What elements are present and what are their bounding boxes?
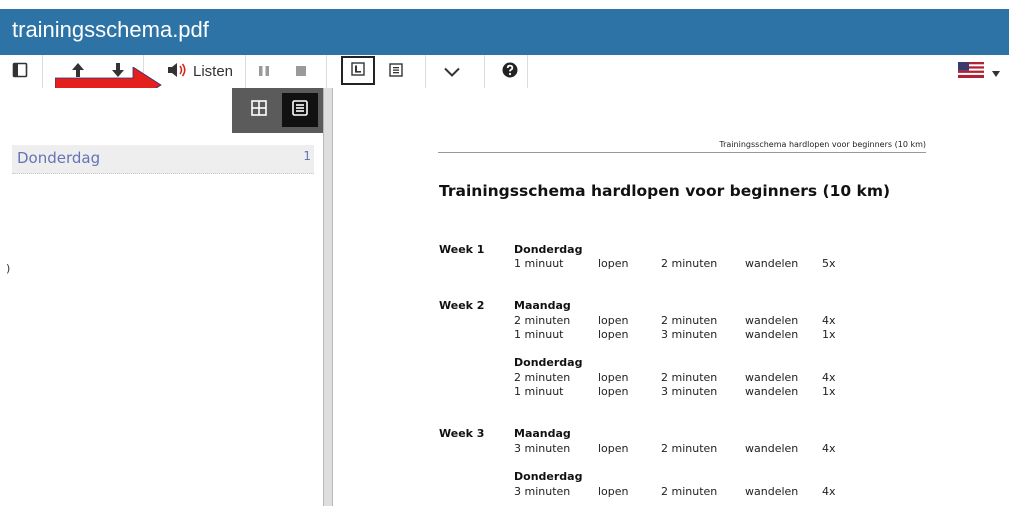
run-duration: 1 minuut <box>514 328 564 341</box>
speaker-icon <box>167 62 187 82</box>
single-page-view-button[interactable] <box>341 56 375 85</box>
document-viewer: Trainingsschema hardlopen voor beginners… <box>333 88 1009 506</box>
walk-duration: 2 minuten <box>661 442 718 455</box>
repetitions: 1x <box>822 328 836 341</box>
window-title: trainingsschema.pdf <box>12 17 209 42</box>
run-activity: lopen <box>598 257 629 270</box>
stop-icon <box>295 62 307 81</box>
day-label: Donderdag <box>514 243 583 256</box>
day-label: Maandag <box>514 427 571 440</box>
single-page-icon <box>351 61 365 80</box>
title-bar: trainingsschema.pdf <box>0 9 1009 55</box>
stray-character: ) <box>6 262 11 275</box>
pause-button[interactable] <box>252 55 276 88</box>
text-view-icon <box>389 62 403 81</box>
pause-icon <box>258 62 270 81</box>
page-header: Trainingsschema hardlopen voor beginners… <box>719 140 926 149</box>
run-activity: lopen <box>598 371 629 384</box>
run-duration: 2 minuten <box>514 314 571 327</box>
help-icon <box>502 62 518 82</box>
list-icon <box>292 100 308 120</box>
repetitions: 5x <box>822 257 836 270</box>
stop-button[interactable] <box>289 55 313 88</box>
week-label: Week 1 <box>439 243 485 256</box>
pdf-page: Trainingsschema hardlopen voor beginners… <box>333 88 1009 506</box>
walk-duration: 2 minuten <box>661 314 718 327</box>
walk-duration: 2 minuten <box>661 485 718 498</box>
repetitions: 4x <box>822 485 836 498</box>
repetitions: 4x <box>822 314 836 327</box>
us-flag-icon <box>958 61 984 82</box>
repetitions: 1x <box>822 385 836 398</box>
more-options-button[interactable] <box>440 55 464 88</box>
day-label: Donderdag <box>514 356 583 369</box>
run-duration: 3 minuten <box>514 485 571 498</box>
outline-item-donderdag[interactable]: Donderdag 1 <box>12 145 314 174</box>
outline-item-label: Donderdag <box>17 149 101 167</box>
day-label: Maandag <box>514 299 571 312</box>
walk-activity: wandelen <box>745 328 799 341</box>
sidebar-toggle-icon <box>12 62 28 82</box>
run-duration: 1 minuut <box>514 385 564 398</box>
walk-duration: 3 minuten <box>661 385 718 398</box>
run-activity: lopen <box>598 442 629 455</box>
walk-activity: wandelen <box>745 442 799 455</box>
repetitions: 4x <box>822 371 836 384</box>
day-label: Donderdag <box>514 470 583 483</box>
walk-activity: wandelen <box>745 485 799 498</box>
run-activity: lopen <box>598 314 629 327</box>
run-activity: lopen <box>598 385 629 398</box>
run-duration: 1 minuut <box>514 257 564 270</box>
outline-item-page: 1 <box>303 149 311 163</box>
walk-activity: wandelen <box>745 257 799 270</box>
header-rule <box>438 152 926 153</box>
grid-icon <box>251 100 267 120</box>
walk-activity: wandelen <box>745 371 799 384</box>
run-duration: 3 minuten <box>514 442 571 455</box>
walk-duration: 2 minuten <box>661 257 718 270</box>
walk-duration: 2 minuten <box>661 371 718 384</box>
repetitions: 4x <box>822 442 836 455</box>
outline-view-button[interactable] <box>282 93 318 127</box>
help-button[interactable] <box>498 55 522 88</box>
text-view-button[interactable] <box>384 55 408 88</box>
walk-duration: 3 minuten <box>661 328 718 341</box>
sidebar: Donderdag 1 ) <box>0 88 323 506</box>
thumbnail-view-button[interactable] <box>245 96 273 124</box>
sidebar-view-switch <box>232 88 323 133</box>
sidebar-toggle-button[interactable] <box>8 55 32 88</box>
walk-activity: wandelen <box>745 385 799 398</box>
run-duration: 2 minuten <box>514 371 571 384</box>
sidebar-header <box>0 88 323 133</box>
week-label: Week 2 <box>439 299 485 312</box>
document-title: Trainingsschema hardlopen voor beginners… <box>439 182 891 200</box>
walk-activity: wandelen <box>745 314 799 327</box>
dropdown-triangle-icon <box>992 62 1000 81</box>
run-activity: lopen <box>598 328 629 341</box>
run-activity: lopen <box>598 485 629 498</box>
sidebar-resize-handle[interactable] <box>323 88 333 506</box>
listen-label: Listen <box>192 63 234 80</box>
chevron-down-icon <box>444 62 460 81</box>
listen-button[interactable]: Listen <box>162 55 238 88</box>
week-label: Week 3 <box>439 427 485 440</box>
language-selector[interactable] <box>956 55 1002 88</box>
